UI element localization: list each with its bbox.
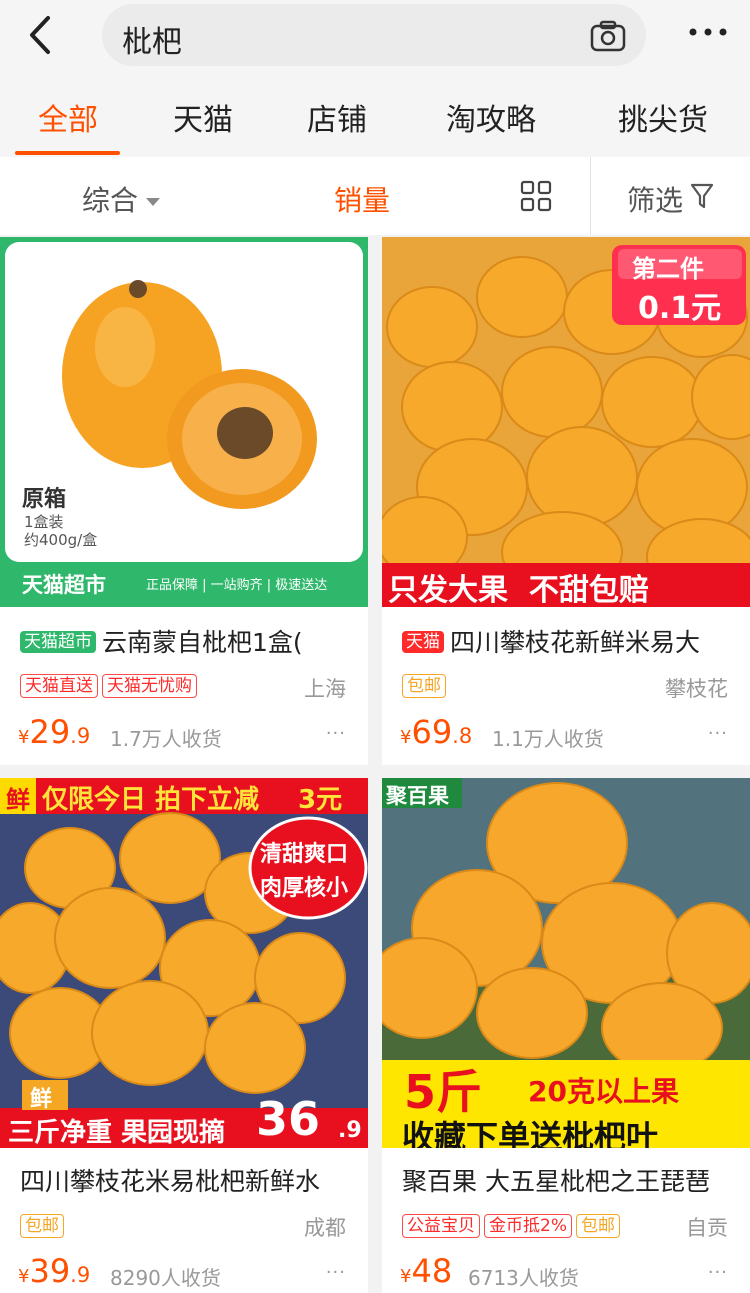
image-text: 36	[256, 1092, 321, 1146]
ship-location: 攀枝花	[665, 677, 728, 701]
search-input[interactable]: 枇杷	[122, 17, 182, 61]
currency-symbol: ¥	[400, 1266, 412, 1287]
image-banner: 只发大果 不甜包赔	[388, 573, 649, 607]
product-title[interactable]: 天猫 四川攀枝花新鲜米易大	[402, 623, 700, 659]
image-text: 肉厚核小	[260, 876, 349, 901]
price: ¥48	[400, 1252, 452, 1290]
promo-text: 第二件	[632, 255, 704, 283]
search-bar[interactable]: 枇杷	[102, 4, 646, 66]
currency-symbol: ¥	[18, 727, 30, 748]
service-tag: 包邮	[402, 674, 446, 698]
more-menu-icon[interactable]	[688, 22, 728, 42]
product-card[interactable]: 鲜 仅限今日 拍下立减 3元 清甜爽口 肉厚核小 鲜 三斤净重 果园现摘 36 …	[0, 778, 368, 1293]
image-text: 约400g/盒	[24, 531, 98, 549]
tab-picks[interactable]: 挑尖货	[618, 95, 708, 139]
sold-count: 1.7万人收货	[110, 727, 222, 751]
sort-comprehensive-label: 综合	[82, 184, 139, 217]
product-card[interactable]: 原箱 1盒装 约400g/盒 天猫超市 正品保障 | 一站购齐 | 极速送达 天…	[0, 237, 368, 765]
service-tag: 天猫直送	[20, 674, 98, 698]
ship-location: 自贡	[686, 1216, 728, 1240]
tmall-supermarket-badge: 天猫超市	[20, 631, 96, 653]
price: ¥29.9	[18, 713, 90, 751]
product-card[interactable]: 第二件 0.1元 只发大果 不甜包赔 天猫 四川攀枝花新鲜米易大 包邮 攀枝花 ¥…	[382, 237, 750, 765]
product-image[interactable]: 原箱 1盒装 约400g/盒 天猫超市 正品保障 | 一站购齐 | 极速送达	[0, 237, 368, 607]
product-title-text: 云南蒙自枇杷1盒(	[102, 628, 303, 657]
more-options-icon[interactable]: ···	[326, 723, 346, 744]
top-bar: 枇杷	[0, 0, 750, 75]
service-tag: 包邮	[575, 1214, 620, 1238]
product-title[interactable]: 天猫超市 云南蒙自枇杷1盒(	[20, 623, 303, 659]
service-tag: 公益宝贝	[402, 1214, 480, 1238]
image-text: 仅限今日 拍下立减	[42, 785, 260, 815]
price-decimal: .9	[70, 724, 91, 748]
tab-shops[interactable]: 店铺	[307, 95, 367, 139]
price-integer: 39	[29, 1252, 71, 1290]
product-image[interactable]: 第二件 0.1元 只发大果 不甜包赔	[382, 237, 750, 607]
price-integer: 69	[411, 713, 453, 751]
tab-tmall[interactable]: 天猫	[173, 95, 233, 139]
product-card[interactable]: 聚百果 5斤 20克以上果 收藏下单送枇杷叶 聚百果 大五星枇杷之王琵琶 公益宝…	[382, 778, 750, 1293]
ship-location: 成都	[304, 1216, 346, 1240]
product-tags: 包邮	[20, 1214, 68, 1240]
chevron-down-icon	[146, 198, 161, 206]
ship-location: 上海	[304, 677, 346, 701]
more-options-icon[interactable]: ···	[326, 1262, 346, 1283]
product-tags: 包邮	[402, 674, 450, 700]
product-title[interactable]: 四川攀枝花米易枇杷新鲜水	[20, 1162, 320, 1198]
image-text: 原箱	[22, 487, 67, 512]
currency-symbol: ¥	[400, 727, 412, 748]
product-title-text: 四川攀枝花米易枇杷新鲜水	[20, 1167, 321, 1196]
price-integer: 29	[29, 713, 71, 751]
image-text: 3元	[298, 785, 343, 815]
product-image[interactable]: 聚百果 5斤 20克以上果 收藏下单送枇杷叶	[382, 778, 750, 1148]
more-options-icon[interactable]: ···	[708, 723, 728, 744]
image-banner: 天猫超市	[22, 573, 106, 597]
image-text: 三斤净重 果园现摘	[8, 1118, 226, 1148]
service-tag: 金币抵2%	[484, 1214, 572, 1238]
tab-all[interactable]: 全部	[38, 95, 98, 139]
sort-comprehensive[interactable]: 综合	[82, 179, 161, 219]
category-tabs: 全部 天猫 店铺 淘攻略 挑尖货	[0, 75, 750, 157]
brand-logo-text: 聚百果	[386, 784, 449, 808]
image-text: 清甜爽口	[260, 842, 349, 867]
sort-bar: 综合 销量 筛选	[0, 157, 750, 235]
back-icon[interactable]	[26, 14, 56, 56]
product-tags: 天猫直送 天猫无忧购	[20, 674, 201, 700]
price: ¥39.9	[18, 1252, 90, 1290]
image-text: 鲜	[30, 1087, 53, 1112]
service-tag: 包邮	[20, 1214, 64, 1238]
product-tags: 公益宝贝 金币抵2% 包邮	[402, 1214, 624, 1240]
promo-text: 0.1元	[638, 291, 722, 326]
product-image[interactable]: 鲜 仅限今日 拍下立减 3元 清甜爽口 肉厚核小 鲜 三斤净重 果园现摘 36 …	[0, 778, 368, 1148]
price-integer: 48	[411, 1252, 453, 1290]
sold-count: 8290人收货	[110, 1266, 221, 1290]
price-decimal: .9	[70, 1263, 91, 1287]
product-title-text: 四川攀枝花新鲜米易大	[450, 628, 701, 657]
image-text: 20克以上果	[528, 1075, 679, 1108]
camera-icon[interactable]	[590, 20, 626, 52]
active-tab-indicator	[15, 151, 120, 155]
sort-sales[interactable]: 销量	[334, 179, 390, 219]
product-title[interactable]: 聚百果 大五星枇杷之王琵琶	[402, 1162, 710, 1198]
divider	[590, 157, 591, 235]
image-text: 收藏下单送枇杷叶	[402, 1118, 659, 1148]
more-options-icon[interactable]: ···	[708, 1262, 728, 1283]
price: ¥69.8	[400, 713, 472, 751]
image-text: 鲜	[6, 786, 30, 814]
sold-count: 6713人收货	[468, 1266, 579, 1290]
filter-button[interactable]: 筛选	[627, 179, 683, 219]
tmall-badge: 天猫	[402, 631, 444, 653]
grid-view-icon[interactable]	[520, 180, 552, 212]
image-banner-note: 正品保障 | 一站购齐 | 极速送达	[146, 578, 328, 593]
filter-icon[interactable]	[690, 182, 714, 210]
service-tag: 天猫无忧购	[102, 674, 197, 698]
sold-count: 1.1万人收货	[492, 727, 604, 751]
currency-symbol: ¥	[18, 1266, 30, 1287]
price-decimal: .8	[452, 724, 473, 748]
tab-guides[interactable]: 淘攻略	[446, 95, 536, 139]
product-title-text: 聚百果 大五星枇杷之王琵琶	[402, 1167, 710, 1196]
image-text: .9	[338, 1118, 362, 1143]
